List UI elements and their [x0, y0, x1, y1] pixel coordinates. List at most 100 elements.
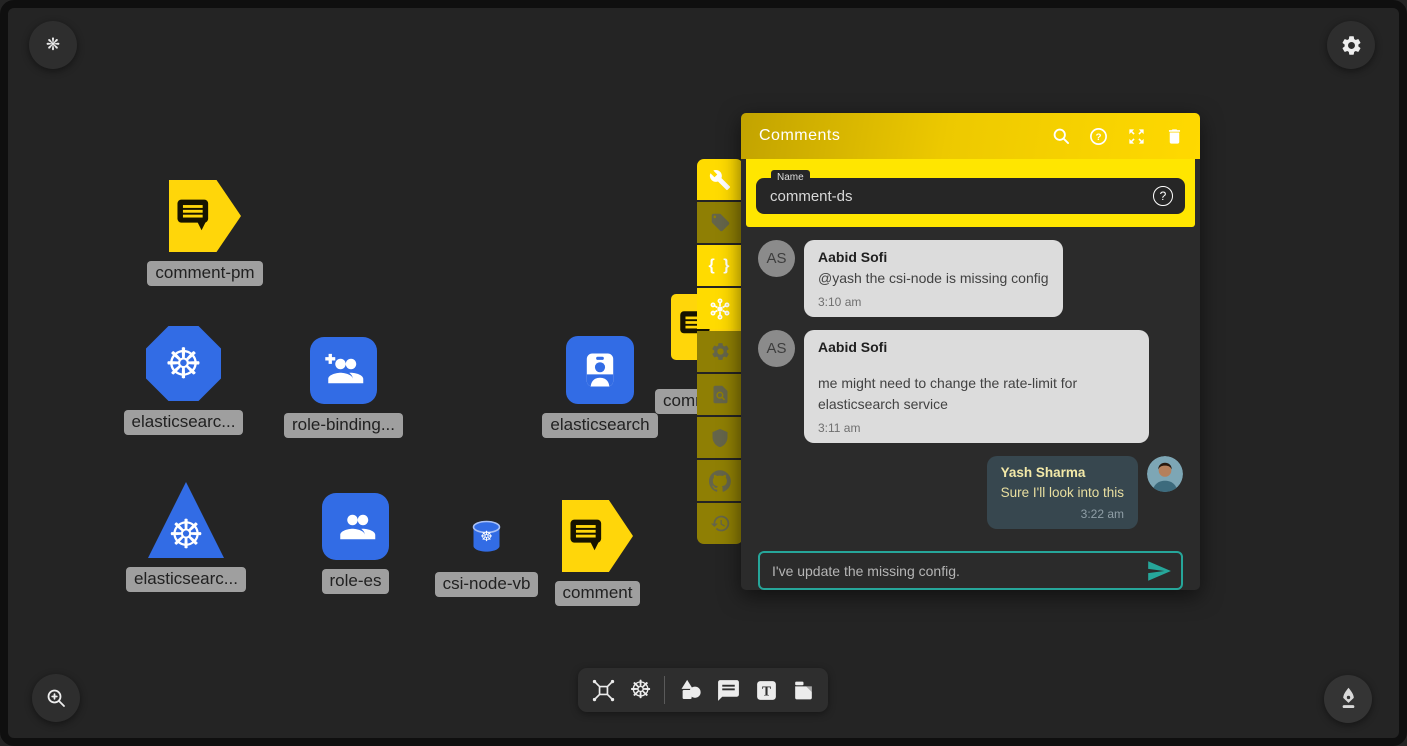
gear-icon: [710, 341, 731, 362]
gear-icon: [1340, 34, 1363, 57]
wrench-icon: [709, 169, 731, 191]
help-icon[interactable]: ?: [1088, 126, 1109, 147]
history-tool-button[interactable]: [697, 503, 743, 544]
speech-bubble-icon: [172, 193, 218, 239]
name-input[interactable]: [756, 188, 1153, 205]
node-actions-toolbar: { }: [697, 159, 743, 546]
comment-input[interactable]: [760, 563, 1146, 579]
node-comment-pm[interactable]: comment-pm: [169, 180, 241, 286]
comment-icon: [716, 678, 741, 703]
shapes-tool-button[interactable]: [677, 677, 704, 704]
avatar: AS: [758, 330, 795, 367]
schematic-icon: [590, 677, 617, 704]
panel-title: Comments: [759, 127, 840, 145]
kubernetes-wheel-icon: ☸: [480, 529, 493, 543]
name-field-label: Name: [771, 170, 810, 184]
mesh-hub-tool-button[interactable]: [697, 288, 743, 329]
note-tool-button[interactable]: [791, 678, 816, 703]
node-label: elasticsearc...: [124, 410, 244, 435]
node-label: role-es: [322, 569, 390, 594]
search-icon[interactable]: [1050, 126, 1071, 147]
message-author: Yash Sharma: [1001, 465, 1124, 480]
pen-tool-button[interactable]: [1324, 675, 1372, 723]
components-tool-button[interactable]: [590, 677, 617, 704]
node-label: elasticsearch: [542, 413, 657, 438]
settings-button[interactable]: [1327, 21, 1375, 69]
tag-icon: [710, 212, 731, 233]
role-binding-shape: [310, 337, 377, 404]
node-role-es[interactable]: role-es: [322, 493, 389, 594]
kubernetes-tool-button[interactable]: ☸: [629, 675, 651, 705]
node-comment[interactable]: comment: [562, 500, 633, 606]
comments-panel: Comments ? Name ? AS Aabid Sof: [741, 113, 1200, 590]
message-author: Aabid Sofi: [818, 249, 1049, 265]
message-author: Aabid Sofi: [818, 339, 1135, 355]
security-tool-button[interactable]: [697, 417, 743, 458]
braces-icon: { }: [709, 257, 732, 275]
zoom-in-icon: [44, 686, 68, 710]
note-icon: [791, 678, 816, 703]
send-button[interactable]: [1146, 558, 1172, 584]
field-help-icon[interactable]: ?: [1153, 186, 1173, 206]
svg-text:T: T: [762, 683, 771, 698]
node-elasticsearch-triangle[interactable]: ☸ elasticsearc...: [148, 482, 224, 592]
shapes-icon: [677, 677, 704, 704]
message-row-own: Yash Sharma Sure I'll look into this 3:2…: [758, 456, 1183, 530]
kubernetes-wheel-icon: ☸: [168, 515, 204, 555]
avatar: AS: [758, 240, 795, 277]
node-label: elasticsearc...: [126, 567, 246, 592]
comment-tool-button[interactable]: [716, 678, 741, 703]
github-icon: [709, 470, 731, 492]
node-elasticsearch-octagon[interactable]: ☸ elasticsearc...: [146, 326, 221, 435]
text-tool-button[interactable]: T: [754, 678, 779, 703]
message-text: @yash the csi-node is missing config: [818, 268, 1049, 288]
node-csi-node-vb[interactable]: ☸ csi-node-vb: [466, 519, 507, 597]
hub-icon: [708, 297, 732, 321]
role-shape: [322, 493, 389, 560]
comments-panel-header[interactable]: Comments ?: [741, 113, 1200, 159]
kubernetes-wheel-icon: ☸: [629, 675, 651, 705]
file-search-icon: [710, 384, 731, 405]
text-icon: T: [754, 678, 779, 703]
svg-text:?: ?: [1096, 132, 1102, 143]
comment-shape: [562, 500, 633, 572]
expand-icon[interactable]: [1126, 126, 1147, 147]
name-field-block: Name ?: [746, 159, 1195, 227]
message-time: 3:22 am: [1001, 507, 1124, 521]
people-plus-icon: [323, 350, 365, 392]
messages-list: AS Aabid Sofi @yash the csi-node is miss…: [741, 227, 1200, 542]
github-tool-button[interactable]: [697, 460, 743, 501]
delete-icon[interactable]: [1164, 126, 1185, 147]
canvas-toolbar: ☸ T: [578, 668, 828, 712]
zoom-button[interactable]: [32, 674, 80, 722]
node-role-binding[interactable]: role-binding...: [310, 337, 377, 438]
json-tool-button[interactable]: { }: [697, 245, 743, 286]
app-logo-icon: ❋: [46, 35, 60, 55]
message-time: 3:10 am: [818, 295, 1049, 309]
label-tool-button[interactable]: [697, 202, 743, 243]
message-text: Sure I'll look into this: [1001, 483, 1124, 503]
node-label: csi-node-vb: [435, 572, 539, 597]
node-label: comment-pm: [147, 261, 262, 286]
inspect-tool-button[interactable]: [697, 374, 743, 415]
configure-tool-button[interactable]: [697, 159, 743, 200]
message-text: me might need to change the rate-limit f…: [818, 373, 1135, 414]
settings-tool-button[interactable]: [697, 331, 743, 372]
comment-shape: [169, 180, 241, 252]
message-bubble: Aabid Sofi @yash the csi-node is missing…: [804, 240, 1063, 317]
service-account-shape: [566, 336, 634, 404]
message-row: AS Aabid Sofi @yash the csi-node is miss…: [758, 240, 1183, 317]
node-elasticsearch-serviceaccount[interactable]: elasticsearch: [566, 336, 634, 438]
storage-cylinder-shape: ☸: [466, 519, 507, 557]
k8s-octagon-shape: ☸: [146, 326, 221, 401]
kubernetes-wheel-icon: ☸: [165, 343, 203, 385]
app-logo-button[interactable]: ❋: [29, 21, 77, 69]
message-bubble: Aabid Sofi me might need to change the r…: [804, 330, 1149, 443]
message-bubble: Yash Sharma Sure I'll look into this 3:2…: [987, 456, 1138, 530]
comment-composer[interactable]: [758, 551, 1183, 590]
name-field[interactable]: Name ?: [756, 178, 1185, 214]
pen-nib-icon: [1335, 686, 1362, 713]
id-badge-icon: [578, 348, 622, 392]
avatar-photo: [1147, 456, 1183, 492]
shield-icon: [710, 428, 730, 448]
